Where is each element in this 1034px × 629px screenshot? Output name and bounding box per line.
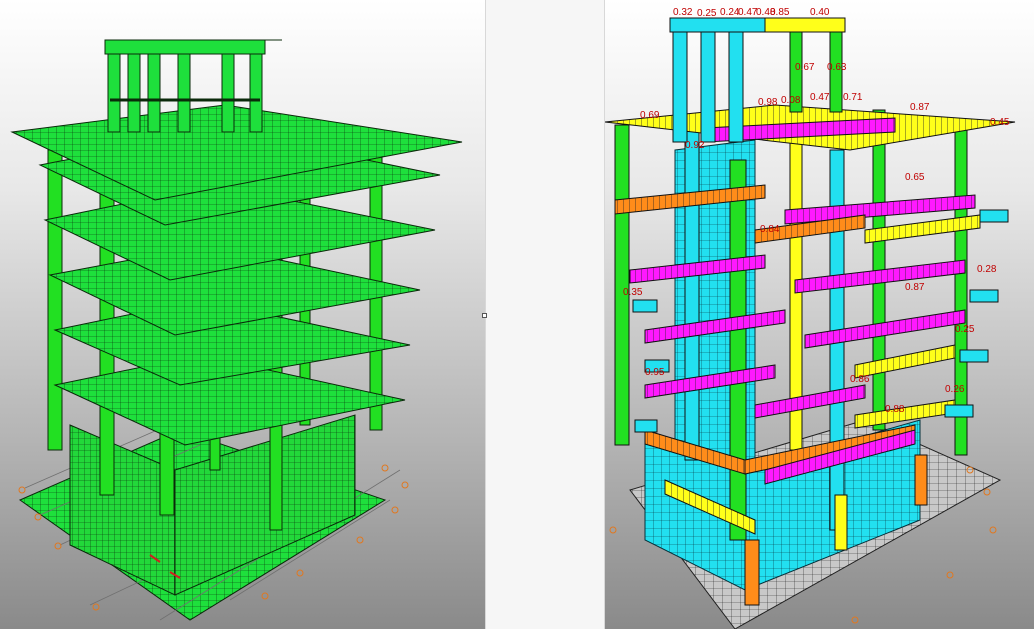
result-label: 0.08 — [781, 95, 801, 106]
result-label: 0.25 — [697, 8, 717, 19]
building-mesh-view — [10, 39, 463, 621]
result-label: 0.26 — [945, 384, 965, 395]
result-label: 0.47 — [738, 7, 758, 18]
result-label: 0.63 — [827, 62, 847, 73]
result-label: 0.85 — [770, 7, 790, 18]
result-label: 0.86 — [850, 374, 870, 385]
result-label: 0.25 — [955, 324, 975, 335]
result-label: 0.87 — [905, 282, 925, 293]
splitter-panel — [485, 0, 605, 629]
result-label: 0.47 — [810, 92, 830, 103]
result-label: 0.71 — [843, 92, 863, 103]
result-label: 0.45 — [990, 117, 1010, 128]
result-label: 0.24 — [720, 7, 740, 18]
result-label: 0.87 — [910, 102, 930, 113]
result-label: 0.88 — [885, 404, 905, 415]
result-label: 0.32 — [673, 7, 693, 18]
splitter-handle[interactable] — [482, 313, 487, 318]
result-label: 0.69 — [640, 110, 660, 121]
result-label: 0.98 — [758, 97, 778, 108]
result-label: 0.28 — [977, 264, 997, 275]
result-label: 0.95 — [645, 367, 665, 378]
result-label: 0.84 — [760, 224, 780, 235]
result-label: 0.35 — [623, 287, 643, 298]
frame-result-view: 0.32 0.25 0.24 0.47 0.48 0.85 0.40 0.69 … — [605, 7, 1016, 629]
floor-slabs — [10, 104, 463, 446]
model-viewport-right[interactable]: 0.32 0.25 0.24 0.47 0.48 0.85 0.40 0.69 … — [605, 0, 1034, 629]
result-label: 0.67 — [795, 62, 815, 73]
result-label: 0.65 — [905, 172, 925, 183]
model-viewport-left[interactable] — [0, 0, 485, 629]
result-label: 0.40 — [810, 7, 830, 18]
result-label: 0.92 — [685, 140, 705, 151]
